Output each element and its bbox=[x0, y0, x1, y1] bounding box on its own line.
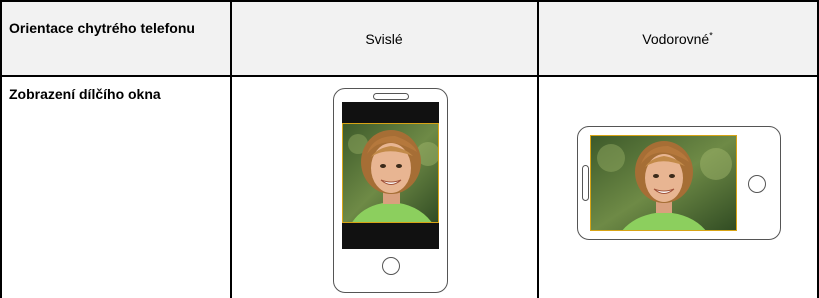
header-orientation: Orientace chytrého telefonu bbox=[9, 20, 195, 36]
table-left-border bbox=[0, 0, 2, 298]
comparison-table: Orientace chytrého telefonu Svislé Vodor… bbox=[0, 0, 819, 298]
portrait-phone bbox=[333, 88, 448, 293]
boy-photo-landscape bbox=[590, 135, 737, 231]
speaker-slot-landscape bbox=[582, 165, 589, 201]
speaker-slot bbox=[373, 93, 409, 100]
footnote-mark: * bbox=[709, 30, 713, 41]
table-right-border bbox=[817, 0, 819, 298]
boy-photo bbox=[342, 123, 439, 223]
home-button-landscape bbox=[748, 175, 766, 193]
landscape-phone bbox=[577, 126, 781, 240]
phone-screen-landscape bbox=[590, 135, 737, 231]
table-top-border bbox=[0, 0, 819, 2]
header-landscape-label: Vodorovné bbox=[642, 31, 710, 47]
header-landscape: Vodorovné* bbox=[538, 30, 817, 48]
home-button bbox=[382, 257, 400, 275]
phone-screen bbox=[342, 102, 439, 249]
row-label-subwindow: Zobrazení dílčího okna bbox=[9, 86, 161, 102]
boy-landscape-image bbox=[591, 136, 736, 230]
header-bottom-border bbox=[0, 75, 819, 77]
boy-portrait-image bbox=[343, 124, 438, 222]
header-portrait: Svislé bbox=[365, 31, 403, 47]
